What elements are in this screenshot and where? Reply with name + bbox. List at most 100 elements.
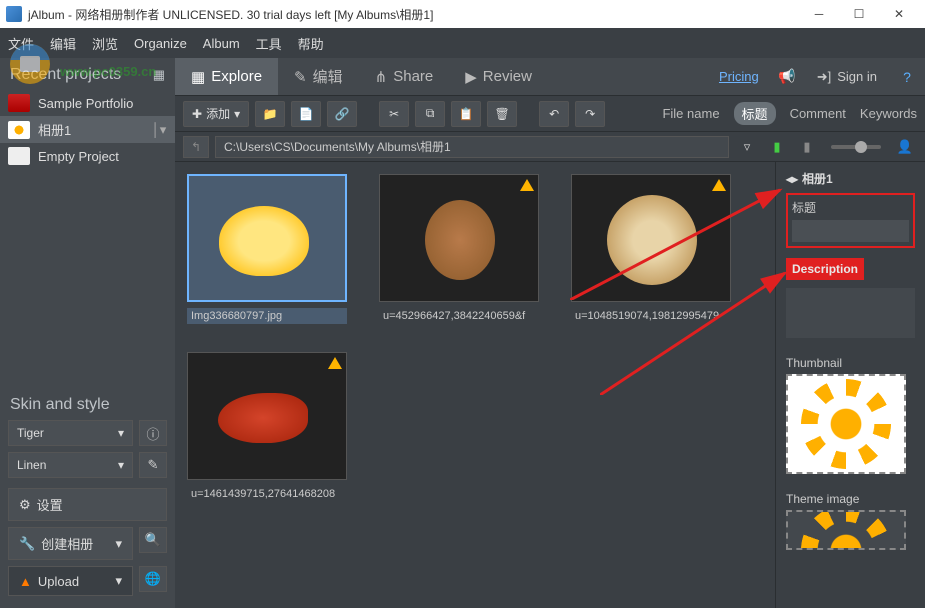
skin-info-button[interactable]: ⓘ <box>139 420 167 446</box>
create-album-button[interactable]: 🔧创建相册▾ <box>8 527 133 560</box>
project-label: 相册1 <box>38 120 71 139</box>
dropdown-icon: ▾ <box>234 107 240 121</box>
skin-style-header: Skin and style <box>8 388 167 420</box>
title-input[interactable] <box>792 220 909 242</box>
dropdown-icon: ▾ <box>118 426 124 440</box>
add-button[interactable]: ✚添加▾ <box>183 101 249 127</box>
thumbnail-caption: u=452966427,3842240659&f <box>379 308 539 324</box>
col-title[interactable]: 标题 <box>734 102 776 125</box>
maximize-button[interactable]: ☐ <box>839 0 879 28</box>
thumbnail-caption: Img336680797.jpg <box>187 308 347 324</box>
announce-button[interactable]: 📢 <box>769 58 805 95</box>
project-thumb <box>8 147 30 165</box>
thumbnail-caption: u=1048519074,19812995479 <box>571 308 731 324</box>
new-page-button[interactable]: 📄 <box>291 101 321 127</box>
grid-icon[interactable]: ▦ <box>153 67 165 83</box>
description-label[interactable]: Description <box>786 258 864 280</box>
project-label: Sample Portfolio <box>38 96 133 111</box>
toolbar: ✚添加▾ 📁 📄 🔗 ✂ ⧉ 📋 🗑 ↶ ↷ File name 标题 Comm… <box>175 96 925 132</box>
upload-icon: ▲ <box>19 574 32 589</box>
plus-icon: ✚ <box>192 107 202 121</box>
menu-album[interactable]: Album <box>203 36 240 51</box>
thumbnail-item[interactable]: u=1461439715,27641468208 <box>187 352 347 502</box>
paste-button[interactable]: 📋 <box>451 101 481 127</box>
signin-button[interactable]: ➜]Sign in <box>805 58 889 95</box>
chevron-down-icon[interactable]: │▾ <box>151 122 167 138</box>
mode-tabs: ▦Explore ✎编辑 ⋔Share ▶Review Pricing 📢 ➜]… <box>175 58 925 96</box>
play-icon: ▶ <box>465 68 477 86</box>
sidebar: Recent projects ▦ Sample Portfolio 相册1 │… <box>0 58 175 608</box>
thumbnail-item[interactable]: Img336680797.jpg <box>187 174 347 324</box>
upload-button[interactable]: ▲Upload▾ <box>8 566 133 596</box>
globe-button[interactable]: 🌐 <box>139 566 167 592</box>
path-input[interactable] <box>215 136 729 158</box>
filter-icon[interactable]: ▿ <box>735 136 759 158</box>
grid-icon: ▦ <box>191 68 205 86</box>
menu-tools[interactable]: 工具 <box>256 34 282 53</box>
thumbnail-item[interactable]: u=1048519074,19812995479 <box>571 174 731 324</box>
style-select[interactable]: Linen▾ <box>8 452 133 478</box>
tab-review[interactable]: ▶Review <box>449 58 548 95</box>
share-icon: ⋔ <box>375 68 388 86</box>
properties-panel: ◂▸相册1 标题 Description Thumbnail Theme ima… <box>775 162 925 608</box>
thumbnail-label: Thumbnail <box>786 356 915 370</box>
style-edit-button[interactable]: ✎ <box>139 452 167 478</box>
tab-explore[interactable]: ▦Explore <box>175 58 278 95</box>
menu-organize[interactable]: Organize <box>134 36 187 51</box>
flag-green-icon[interactable]: ▮ <box>765 136 789 158</box>
dropdown-icon: ▾ <box>115 536 122 552</box>
tab-edit[interactable]: ✎编辑 <box>278 58 359 95</box>
thumbnail-image <box>379 174 539 302</box>
settings-button[interactable]: ⚙设置 <box>8 488 167 521</box>
thumbnail-caption: u=1461439715,27641468208 <box>187 486 347 502</box>
title-box: 标题 <box>786 193 915 248</box>
delete-button[interactable]: 🗑 <box>487 101 517 127</box>
menu-edit[interactable]: 编辑 <box>50 34 76 53</box>
pricing-link[interactable]: Pricing <box>709 58 769 95</box>
redo-button[interactable]: ↷ <box>575 101 605 127</box>
link-button[interactable]: 🔗 <box>327 101 357 127</box>
copy-button[interactable]: ⧉ <box>415 101 445 127</box>
project-thumb <box>8 121 30 139</box>
col-keywords[interactable]: Keywords <box>860 106 917 121</box>
warning-icon <box>520 179 534 191</box>
dropdown-icon: ▾ <box>118 458 124 472</box>
minimize-button[interactable]: ─ <box>799 0 839 28</box>
zoom-slider[interactable] <box>831 145 881 149</box>
menu-view[interactable]: 浏览 <box>92 34 118 53</box>
panel-title: ◂▸相册1 <box>786 170 915 187</box>
menu-file[interactable]: 文件 <box>8 34 34 53</box>
col-filename[interactable]: File name <box>662 106 719 121</box>
project-album1[interactable]: 相册1 │▾ <box>0 116 175 143</box>
skin-select[interactable]: Tiger▾ <box>8 420 133 446</box>
person-icon[interactable]: 👤 <box>893 136 917 158</box>
project-thumb <box>8 94 30 112</box>
description-input[interactable] <box>786 288 915 338</box>
window-titlebar: jAlbum - 网络相册制作者 UNLICENSED. 30 trial da… <box>0 0 925 28</box>
tab-share[interactable]: ⋔Share <box>359 58 450 95</box>
search-button[interactable]: 🔍 <box>139 527 167 553</box>
thumbnail-item[interactable]: u=452966427,3842240659&f <box>379 174 539 324</box>
wrench-icon: 🔧 <box>19 536 35 552</box>
close-button[interactable]: ✕ <box>879 0 919 28</box>
theme-image-preview[interactable] <box>786 510 906 550</box>
col-comment[interactable]: Comment <box>790 106 846 121</box>
flag-gray-icon[interactable]: ▮ <box>795 136 819 158</box>
window-title: jAlbum - 网络相册制作者 UNLICENSED. 30 trial da… <box>28 6 799 23</box>
undo-button[interactable]: ↶ <box>539 101 569 127</box>
collapse-icon[interactable]: ◂▸ <box>786 172 798 186</box>
dropdown-icon: ▾ <box>115 573 122 589</box>
menu-help[interactable]: 帮助 <box>298 34 324 53</box>
thumbnail-grid: Img336680797.jpg u=452966427,3842240659&f… <box>175 162 775 608</box>
warning-icon <box>712 179 726 191</box>
warning-icon <box>328 357 342 369</box>
theme-image-label: Theme image <box>786 492 915 506</box>
cut-button[interactable]: ✂ <box>379 101 409 127</box>
project-label: Empty Project <box>38 149 119 164</box>
nav-up-button[interactable]: ↰ <box>183 136 209 158</box>
recent-projects-header: Recent projects ▦ <box>0 58 175 90</box>
thumbnail-preview[interactable] <box>786 374 906 474</box>
new-folder-button[interactable]: 📁 <box>255 101 285 127</box>
thumbnail-image <box>187 352 347 480</box>
help-button[interactable]: ? <box>889 58 925 95</box>
